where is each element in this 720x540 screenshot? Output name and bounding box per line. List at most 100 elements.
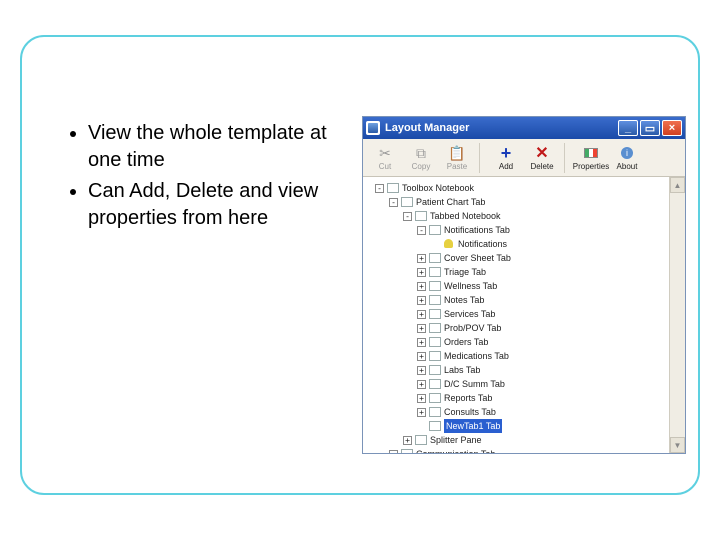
toolbar-label: Copy xyxy=(412,162,431,171)
tree-node-label: Notifications Tab xyxy=(444,223,510,237)
sheet-icon xyxy=(401,449,413,453)
tree-node[interactable]: -Communication Tab xyxy=(365,447,667,453)
tree-node[interactable]: + Orders Tab xyxy=(365,335,667,349)
paste-icon: 📋 xyxy=(448,144,465,162)
app-icon xyxy=(366,121,380,135)
tree-node[interactable]: +Consults Tab xyxy=(365,405,667,419)
sheet-icon xyxy=(429,421,441,431)
scroll-up-button[interactable]: ▲ xyxy=(670,177,685,193)
collapse-icon[interactable]: - xyxy=(375,184,384,193)
tree-node-label: Notes Tab xyxy=(444,293,484,307)
bell-icon xyxy=(443,239,455,249)
tree-node[interactable]: + Triage Tab xyxy=(365,265,667,279)
expand-icon[interactable]: + xyxy=(417,408,426,417)
vertical-scrollbar[interactable]: ▲ ▼ xyxy=(669,177,685,453)
sheet-icon xyxy=(401,197,413,207)
tree-node[interactable]: - Toolbox Notebook xyxy=(365,181,667,195)
tree-node[interactable]: + Wellness Tab xyxy=(365,279,667,293)
toolbar-label: About xyxy=(617,162,638,171)
toolbar-label: Add xyxy=(499,162,513,171)
scroll-down-button[interactable]: ▼ xyxy=(670,437,685,453)
expand-icon[interactable]: + xyxy=(417,366,426,375)
expand-icon[interactable]: + xyxy=(403,436,412,445)
tree-node[interactable]: + Cover Sheet Tab xyxy=(365,251,667,265)
sheet-icon xyxy=(415,435,427,445)
tree-node[interactable]: NewTab1 Tab xyxy=(365,419,667,433)
bullet-item: View the whole template at one time xyxy=(88,120,330,174)
close-button[interactable]: × xyxy=(662,120,682,136)
sheet-icon xyxy=(429,281,441,291)
minimize-button[interactable]: _ xyxy=(618,120,638,136)
properties-icon xyxy=(584,144,598,162)
slide-bullets: View the whole template at one time Can … xyxy=(70,120,330,236)
tree-node[interactable]: + Notes Tab xyxy=(365,293,667,307)
sheet-icon xyxy=(429,351,441,361)
toolbar-label: Delete xyxy=(530,162,553,171)
paste-button: 📋 Paste xyxy=(439,144,475,171)
tree-node-label: D/C Summ Tab xyxy=(444,377,505,391)
tree-node[interactable]: - Tabbed Notebook xyxy=(365,209,667,223)
tree-node-label: Splitter Pane xyxy=(430,433,482,447)
sheet-icon xyxy=(429,267,441,277)
sheet-icon xyxy=(429,323,441,333)
expand-icon[interactable]: + xyxy=(417,254,426,263)
tree-node-label: Tabbed Notebook xyxy=(430,209,501,223)
layout-manager-window: Layout Manager _ ▭ × ✂ Cut ⧉ Copy 📋 Past… xyxy=(362,116,686,454)
x-icon: ✕ xyxy=(535,144,548,162)
tree-view[interactable]: -Toolbox Notebook-Patient Chart Tab-Tabb… xyxy=(363,177,669,453)
tree-node-label: Orders Tab xyxy=(444,335,488,349)
collapse-icon[interactable]: - xyxy=(403,212,412,221)
collapse-icon[interactable]: - xyxy=(389,450,398,454)
add-button[interactable]: + Add xyxy=(488,144,524,171)
expand-icon[interactable]: + xyxy=(417,338,426,347)
expand-icon[interactable]: + xyxy=(417,394,426,403)
properties-button[interactable]: Properties xyxy=(573,144,609,171)
expand-icon[interactable]: + xyxy=(417,310,426,319)
tree-node-label: Patient Chart Tab xyxy=(416,195,485,209)
toolbar-separator xyxy=(479,143,484,173)
tree-node[interactable]: - Notifications Tab xyxy=(365,223,667,237)
tree-node-label: Reports Tab xyxy=(444,391,492,405)
tree-node[interactable]: + Splitter Pane xyxy=(365,433,667,447)
plus-icon: + xyxy=(501,144,512,162)
tree-node[interactable]: + Reports Tab xyxy=(365,391,667,405)
tree-node-label: Labs Tab xyxy=(444,363,480,377)
expand-icon[interactable]: + xyxy=(417,282,426,291)
tree-node-label: Triage Tab xyxy=(444,265,486,279)
collapse-icon[interactable]: - xyxy=(417,226,426,235)
bullet-item: Can Add, Delete and view properties from… xyxy=(88,178,330,232)
toolbar-separator xyxy=(564,143,569,173)
tree-node[interactable]: + D/C Summ Tab xyxy=(365,377,667,391)
tree-node-label: Wellness Tab xyxy=(444,279,497,293)
delete-button[interactable]: ✕ Delete xyxy=(524,144,560,171)
about-button[interactable]: i About xyxy=(609,144,645,171)
collapse-icon[interactable]: - xyxy=(389,198,398,207)
tree-node-label: Cover Sheet Tab xyxy=(444,251,511,265)
info-icon: i xyxy=(621,144,633,162)
tree-node[interactable]: + Services Tab xyxy=(365,307,667,321)
maximize-button[interactable]: ▭ xyxy=(640,120,660,136)
expand-icon[interactable]: + xyxy=(417,352,426,361)
expand-icon[interactable]: + xyxy=(417,296,426,305)
tree-node-label: Notifications xyxy=(458,237,507,251)
tree-node[interactable]: + Labs Tab xyxy=(365,363,667,377)
tree-node-label: Services Tab xyxy=(444,307,495,321)
window-body: -Toolbox Notebook-Patient Chart Tab-Tabb… xyxy=(363,177,685,453)
tree-node[interactable]: +Prob/POV Tab xyxy=(365,321,667,335)
titlebar[interactable]: Layout Manager _ ▭ × xyxy=(363,117,685,139)
tree-node[interactable]: + Medications Tab xyxy=(365,349,667,363)
sheet-icon xyxy=(429,253,441,263)
sheet-icon xyxy=(429,379,441,389)
sheet-icon xyxy=(415,211,427,221)
tree-node[interactable]: - Patient Chart Tab xyxy=(365,195,667,209)
tree-node[interactable]: Notifications xyxy=(365,237,667,251)
sheet-icon xyxy=(429,309,441,319)
sheet-icon xyxy=(429,225,441,235)
scissors-icon: ✂ xyxy=(379,144,391,162)
expand-icon[interactable]: + xyxy=(417,380,426,389)
expand-icon[interactable]: + xyxy=(417,268,426,277)
expand-icon[interactable]: + xyxy=(417,324,426,333)
toolbar-label: Properties xyxy=(573,162,609,171)
tree-node-label: Toolbox Notebook xyxy=(402,181,474,195)
tree-node-label: Medications Tab xyxy=(444,349,509,363)
